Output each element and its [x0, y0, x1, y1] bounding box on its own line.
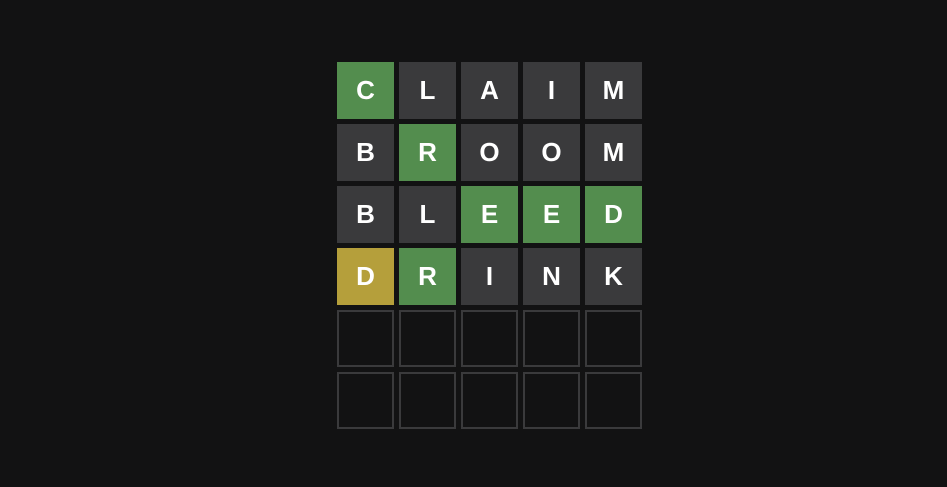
- tile-r1-c3: A: [461, 62, 518, 119]
- tile-r4-c3: I: [461, 248, 518, 305]
- tile-r6-c5: [585, 372, 642, 429]
- tile-r5-c5: [585, 310, 642, 367]
- tile-r5-c1: [337, 310, 394, 367]
- tile-r6-c4: [523, 372, 580, 429]
- tile-r4-c5: K: [585, 248, 642, 305]
- tile-r6-c2: [399, 372, 456, 429]
- tile-r3-c4: E: [523, 186, 580, 243]
- tile-r3-c1: B: [337, 186, 394, 243]
- tile-r3-c3: E: [461, 186, 518, 243]
- game-board: CLAIMBROOMBLEEDDRINK: [337, 62, 642, 429]
- tile-r1-c2: L: [399, 62, 456, 119]
- tile-r2-c4: O: [523, 124, 580, 181]
- tile-r1-c4: I: [523, 62, 580, 119]
- tile-r1-c1: C: [337, 62, 394, 119]
- tile-r4-c1: D: [337, 248, 394, 305]
- tile-r5-c3: [461, 310, 518, 367]
- tile-r5-c2: [399, 310, 456, 367]
- tile-r2-c3: O: [461, 124, 518, 181]
- tile-r3-c2: L: [399, 186, 456, 243]
- tile-r3-c5: D: [585, 186, 642, 243]
- tile-r6-c1: [337, 372, 394, 429]
- tile-r5-c4: [523, 310, 580, 367]
- tile-r2-c1: B: [337, 124, 394, 181]
- tile-r4-c4: N: [523, 248, 580, 305]
- tile-r2-c5: M: [585, 124, 642, 181]
- tile-r4-c2: R: [399, 248, 456, 305]
- tile-r1-c5: M: [585, 62, 642, 119]
- tile-r6-c3: [461, 372, 518, 429]
- tile-r2-c2: R: [399, 124, 456, 181]
